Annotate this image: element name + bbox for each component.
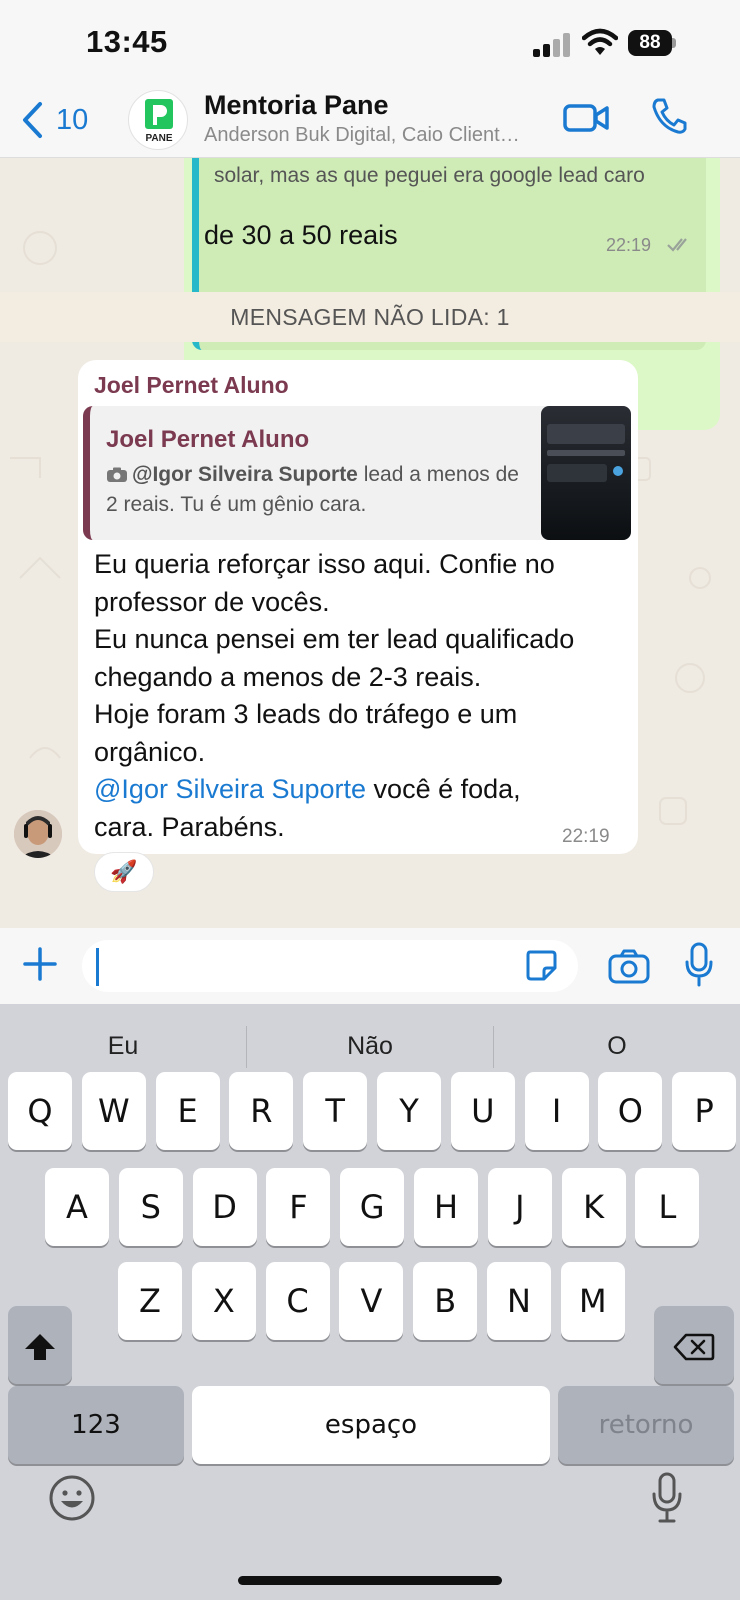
- message-line: chegando a menos de 2-3 reais.: [94, 661, 482, 692]
- quoted-message-text: solar, mas as que peguei era google lead…: [214, 164, 645, 187]
- unread-messages-banner: MENSAGEM NÃO LIDA: 1: [0, 292, 740, 342]
- key-j[interactable]: J: [487, 1168, 552, 1246]
- key-f[interactable]: F: [266, 1168, 331, 1246]
- key-r[interactable]: R: [229, 1072, 294, 1150]
- read-ticks-icon: [667, 238, 687, 252]
- status-bar: 13:45 88: [0, 0, 740, 86]
- key-d[interactable]: D: [192, 1168, 257, 1246]
- key-u[interactable]: U: [450, 1072, 515, 1150]
- message-composer: [0, 928, 740, 1004]
- key-y[interactable]: Y: [377, 1072, 441, 1150]
- message-sender-name[interactable]: Joel Pernet Aluno: [94, 372, 289, 399]
- return-key[interactable]: retorno: [558, 1386, 734, 1464]
- home-indicator: [238, 1576, 502, 1585]
- person-avatar-icon: [14, 810, 62, 858]
- key-a[interactable]: A: [45, 1168, 109, 1246]
- key-w[interactable]: W: [81, 1072, 146, 1150]
- outgoing-message-text: de 30 a 50 reais: [204, 220, 398, 250]
- message-line-rest: você é foda,: [366, 774, 521, 804]
- key-i[interactable]: I: [524, 1072, 589, 1150]
- chat-area[interactable]: solar, mas as que peguei era google lead…: [0, 158, 740, 928]
- reply-sender-name: Joel Pernet Aluno: [106, 426, 310, 453]
- message-input[interactable]: [82, 940, 578, 992]
- backspace-icon: [673, 1333, 715, 1361]
- keyboard: Eu Não O 123 espaço retorno QWERTYUIOPAS…: [0, 1004, 740, 1600]
- backspace-key[interactable]: [654, 1306, 734, 1384]
- rocket-reaction[interactable]: 🚀: [94, 852, 154, 892]
- mention-link[interactable]: Igor Silveira Suporte: [121, 774, 366, 804]
- key-e[interactable]: E: [155, 1072, 220, 1150]
- reply-mention: @Igor Silveira Suporte: [132, 463, 358, 486]
- incoming-message-text: Eu queria reforçar isso aqui. Confie no …: [94, 546, 624, 846]
- message-line: professor de vocês.: [94, 586, 330, 617]
- group-logo-text: PANE: [145, 133, 172, 144]
- reply-quote-text: @Igor Silveira Suporte lead a menos de 2…: [106, 460, 526, 520]
- reply-image-thumbnail[interactable]: [541, 406, 631, 540]
- video-call-icon[interactable]: [562, 98, 610, 138]
- key-b[interactable]: B: [413, 1262, 478, 1340]
- chat-participants[interactable]: Anderson Buk Digital, Caio Client…: [204, 124, 544, 147]
- chat-title[interactable]: Mentoria Pane: [204, 90, 389, 121]
- key-n[interactable]: N: [487, 1262, 551, 1340]
- wifi-icon: [582, 28, 618, 55]
- plus-icon[interactable]: [22, 946, 58, 982]
- cellular-signal-icon: [533, 33, 575, 57]
- key-t[interactable]: T: [303, 1072, 368, 1150]
- chat-header: 10 PANE Mentoria Pane Anderson Buk Digit…: [0, 86, 740, 158]
- phone-call-icon[interactable]: [650, 96, 688, 136]
- key-m[interactable]: M: [560, 1262, 625, 1340]
- chevron-left-icon: [23, 102, 42, 138]
- status-time: 13:45: [86, 24, 168, 59]
- microphone-icon[interactable]: [684, 942, 714, 988]
- sticker-icon[interactable]: [524, 948, 558, 982]
- dictation-mic-icon[interactable]: [650, 1472, 684, 1524]
- key-v[interactable]: V: [339, 1262, 404, 1340]
- message-line: Eu queria reforçar isso aqui. Confie no: [94, 549, 555, 579]
- shift-arrow-icon: [25, 1334, 55, 1360]
- shift-key[interactable]: [8, 1306, 72, 1384]
- key-g[interactable]: G: [340, 1168, 405, 1246]
- key-k[interactable]: K: [561, 1168, 626, 1246]
- message-line: @Igor Silveira Suporte você é foda,: [94, 771, 624, 809]
- key-o[interactable]: O: [598, 1072, 663, 1150]
- photo-camera-icon: [107, 467, 127, 482]
- message-line: Eu nunca pensei em ter lead qualificado: [94, 624, 575, 654]
- battery-level: 88: [628, 30, 672, 56]
- sender-avatar[interactable]: [14, 810, 62, 858]
- numbers-key[interactable]: 123: [8, 1386, 184, 1464]
- key-p[interactable]: P: [672, 1072, 737, 1150]
- incoming-message-time: 22:19: [562, 826, 610, 847]
- space-key[interactable]: espaço: [192, 1386, 550, 1464]
- key-s[interactable]: S: [118, 1168, 183, 1246]
- text-cursor: [96, 948, 99, 986]
- key-l[interactable]: L: [635, 1168, 700, 1246]
- unread-count: 10: [56, 103, 89, 136]
- back-button[interactable]: 10: [20, 96, 88, 144]
- message-line: cara. Parabéns.: [94, 811, 285, 842]
- key-q[interactable]: Q: [8, 1072, 72, 1150]
- key-h[interactable]: H: [414, 1168, 478, 1246]
- message-line: orgânico.: [94, 736, 206, 767]
- key-z[interactable]: Z: [118, 1262, 182, 1340]
- key-x[interactable]: X: [191, 1262, 256, 1340]
- mention-at[interactable]: @: [94, 774, 121, 804]
- key-c[interactable]: C: [265, 1262, 330, 1340]
- group-logo-icon: PANE: [145, 99, 173, 144]
- battery-icon: 88: [628, 30, 676, 56]
- emoji-icon[interactable]: [48, 1474, 96, 1522]
- group-avatar[interactable]: PANE: [128, 90, 188, 150]
- camera-icon[interactable]: [608, 948, 650, 984]
- message-line: Hoje foram 3 leads do tráfego e um: [94, 699, 518, 729]
- outgoing-message-time: 22:19: [606, 235, 652, 255]
